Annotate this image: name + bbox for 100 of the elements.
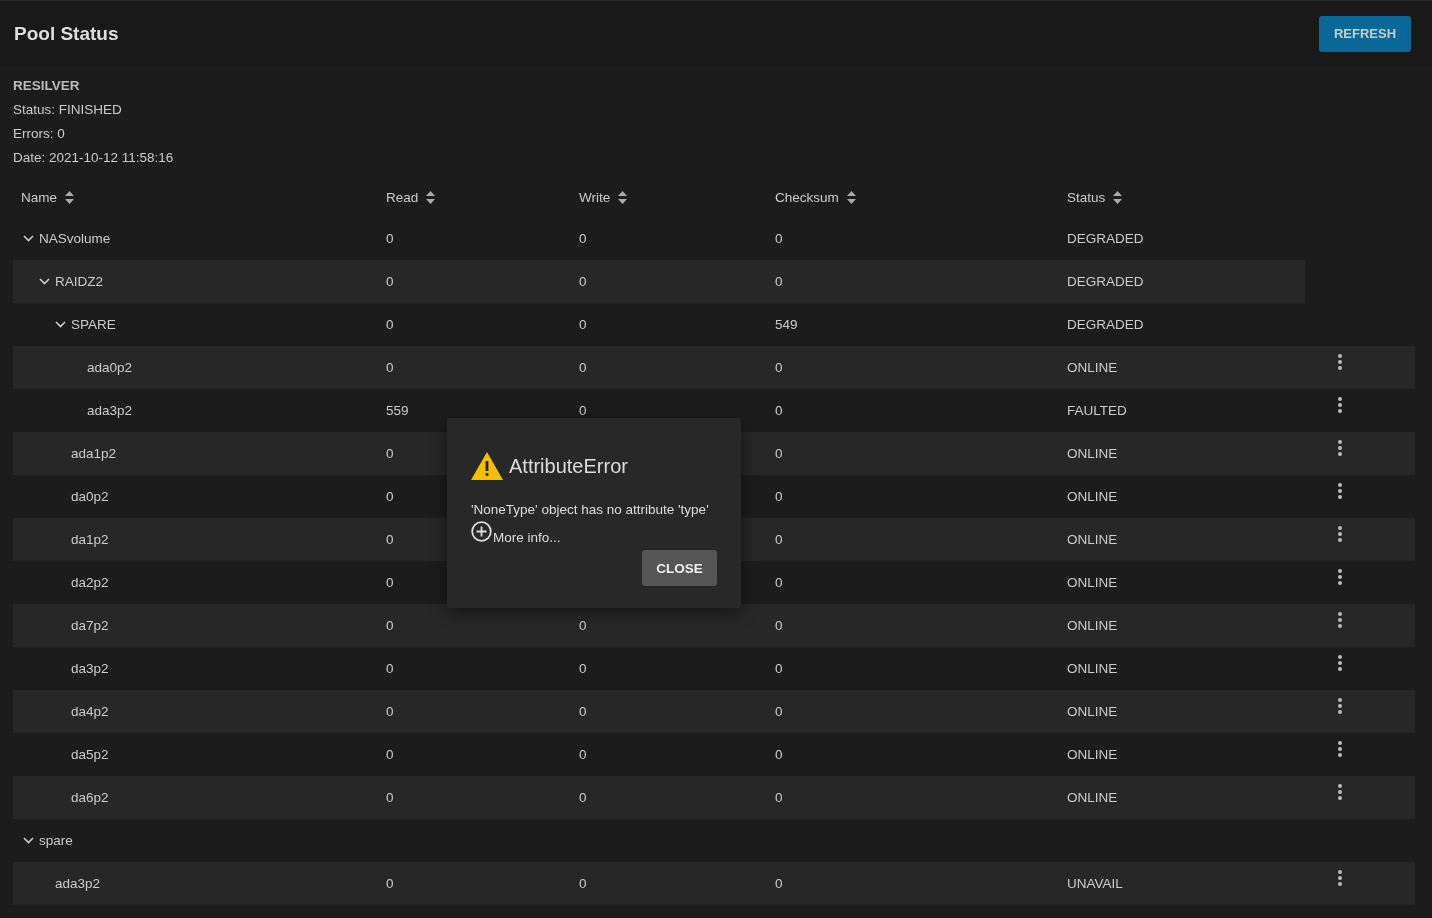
- device-name: da6p2: [71, 790, 109, 805]
- table-cell: 0: [775, 446, 783, 461]
- chevron-icon[interactable]: [55, 321, 66, 328]
- table-cell: 0: [775, 747, 783, 762]
- more-options-icon[interactable]: [1338, 525, 1342, 542]
- table-cell: 0: [775, 532, 783, 547]
- table-cell: ONLINE: [1067, 790, 1118, 805]
- table-cell: DEGRADED: [1067, 231, 1144, 246]
- more-options-icon[interactable]: [1338, 740, 1342, 757]
- sort-icon[interactable]: [1113, 190, 1123, 204]
- table-cell: 0: [386, 274, 394, 289]
- table-cell: 0: [579, 661, 587, 676]
- device-name: da1p2: [71, 532, 109, 547]
- device-name: ada3p2: [55, 876, 101, 891]
- error-message: 'NoneType' object has no attribute 'type': [471, 502, 710, 517]
- sort-icon[interactable]: [65, 190, 74, 204]
- plus-circle-icon[interactable]: [471, 521, 492, 542]
- table-cell: 0: [386, 790, 394, 805]
- device-name: ada0p2: [87, 360, 133, 375]
- device-name: da4p2: [71, 704, 109, 719]
- table-cell: 0: [579, 790, 587, 805]
- column-header[interactable]: Checksum: [775, 189, 839, 205]
- sort-icon[interactable]: [618, 190, 628, 204]
- table-cell: ONLINE: [1067, 661, 1118, 676]
- table-cell: UNAVAIL: [1067, 876, 1123, 891]
- table-cell: 0: [386, 661, 394, 676]
- table-cell: DEGRADED: [1067, 274, 1144, 289]
- device-name: da2p2: [71, 575, 109, 590]
- more-options-icon[interactable]: [1338, 482, 1342, 499]
- table-cell: 0: [579, 274, 587, 289]
- more-options-icon[interactable]: [1338, 396, 1342, 413]
- table-cell: 0: [579, 360, 587, 375]
- table-cell: ONLINE: [1067, 360, 1118, 375]
- more-options-icon[interactable]: [1338, 611, 1342, 628]
- table-cell: ONLINE: [1067, 618, 1118, 633]
- more-options-icon[interactable]: [1338, 654, 1342, 671]
- table-cell: 0: [579, 403, 587, 418]
- table-cell: 0: [579, 231, 587, 246]
- device-name: da7p2: [71, 618, 109, 633]
- resilver-info: Errors: 0: [13, 125, 66, 143]
- column-header[interactable]: Write: [579, 189, 611, 205]
- table-cell: 0: [386, 317, 394, 332]
- chevron-icon[interactable]: [23, 837, 34, 844]
- chevron-icon[interactable]: [23, 235, 34, 242]
- refresh-button[interactable]: REFRESH: [1319, 15, 1411, 52]
- column-header[interactable]: Status: [1067, 189, 1106, 205]
- table-cell: 0: [579, 618, 587, 633]
- more-options-icon[interactable]: [1338, 439, 1342, 456]
- table-cell: 0: [386, 446, 394, 461]
- table-cell: 0: [386, 231, 394, 246]
- more-options-icon[interactable]: [1338, 568, 1342, 585]
- table-cell: 0: [386, 618, 394, 633]
- table-cell: 0: [775, 403, 783, 418]
- more-options-icon[interactable]: [1338, 869, 1342, 886]
- table-cell: 0: [579, 317, 587, 332]
- column-header[interactable]: Name: [21, 189, 57, 205]
- more-options-icon[interactable]: [1338, 697, 1342, 714]
- device-name: RAIDZ2: [55, 274, 103, 289]
- dialog-title: AttributeError: [509, 454, 628, 478]
- table-cell: 0: [386, 747, 394, 762]
- table-cell: 0: [775, 231, 783, 246]
- table-cell: 549: [775, 317, 798, 332]
- table-cell: 0: [579, 704, 587, 719]
- table-cell: 0: [775, 704, 783, 719]
- table-cell: ONLINE: [1067, 575, 1118, 590]
- chevron-icon[interactable]: [39, 278, 50, 285]
- table-cell: 0: [386, 876, 394, 891]
- table-cell: ONLINE: [1067, 489, 1118, 504]
- page-title: Pool Status: [14, 22, 119, 45]
- table-cell: ONLINE: [1067, 532, 1118, 547]
- table-cell: 0: [386, 575, 394, 590]
- table-cell: ONLINE: [1067, 747, 1118, 762]
- more-info-link[interactable]: More info...: [493, 530, 561, 545]
- table-cell: FAULTED: [1067, 403, 1127, 418]
- sort-icon[interactable]: [846, 190, 856, 204]
- table-cell: 0: [386, 360, 394, 375]
- table-cell: 559: [386, 403, 409, 418]
- device-name: ada1p2: [71, 446, 117, 461]
- column-header[interactable]: Read: [386, 189, 419, 205]
- table-cell: 0: [775, 489, 783, 504]
- more-options-icon[interactable]: [1338, 353, 1342, 370]
- table-cell: 0: [775, 575, 783, 590]
- device-name: spare: [39, 833, 73, 848]
- table-cell: 0: [386, 704, 394, 719]
- table-cell: ONLINE: [1067, 704, 1118, 719]
- table-cell: 0: [775, 360, 783, 375]
- table-cell: DEGRADED: [1067, 317, 1144, 332]
- more-options-icon[interactable]: [1338, 783, 1342, 800]
- device-name: NASvolume: [39, 231, 111, 246]
- sort-icon[interactable]: [426, 190, 436, 204]
- table-cell: 0: [775, 661, 783, 676]
- close-button[interactable]: CLOSE: [642, 550, 717, 586]
- table-cell: 0: [775, 274, 783, 289]
- resilver-info: Date: 2021-10-12 11:58:16: [13, 149, 175, 167]
- warning-icon: [471, 452, 503, 480]
- table-cell: 0: [775, 618, 783, 633]
- table-cell: ONLINE: [1067, 446, 1118, 461]
- table-cell: 0: [386, 532, 394, 547]
- table-cell: 0: [775, 790, 783, 805]
- resilver-info: Status: FINISHED: [13, 101, 123, 119]
